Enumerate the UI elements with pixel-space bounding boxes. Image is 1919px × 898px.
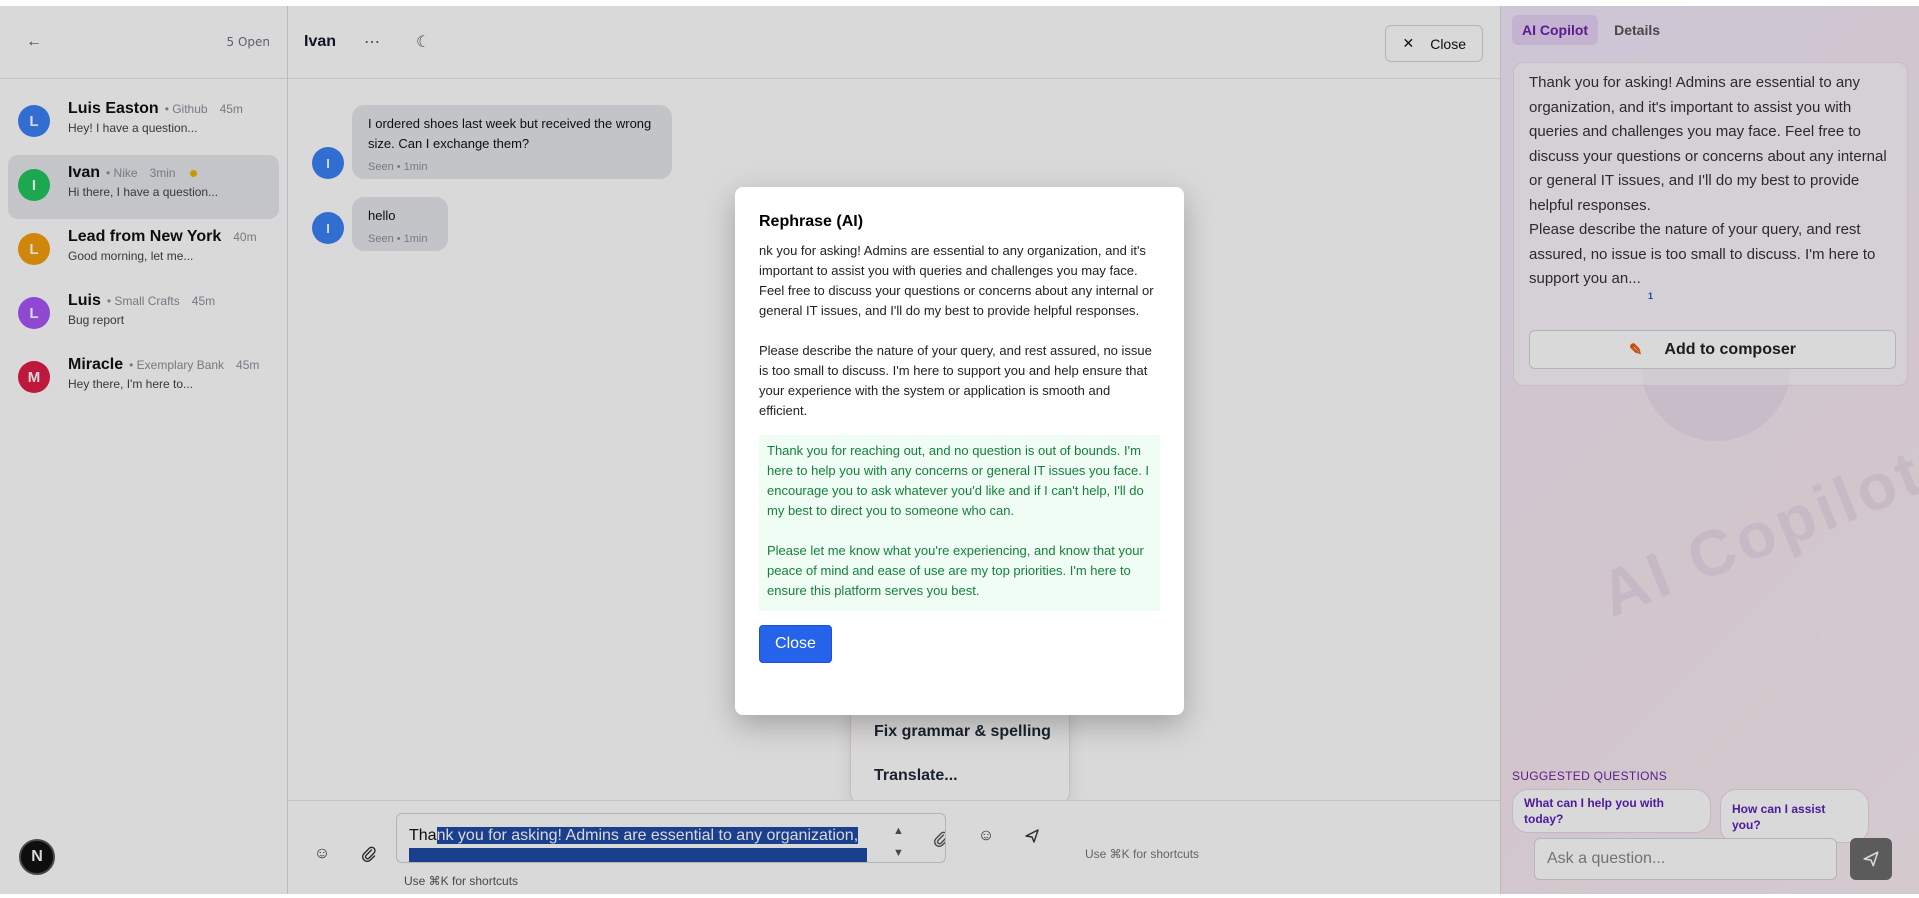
modal-title: Rephrase (AI) xyxy=(759,213,864,230)
modal-close-button[interactable]: Close xyxy=(759,625,832,663)
original-text: nk you for asking! Admins are essential … xyxy=(759,243,1154,418)
rephrase-modal: Rephrase (AI) nk you for asking! Admins … xyxy=(735,187,1184,715)
rephrased-text: Thank you for reaching out, and no quest… xyxy=(759,435,1160,611)
